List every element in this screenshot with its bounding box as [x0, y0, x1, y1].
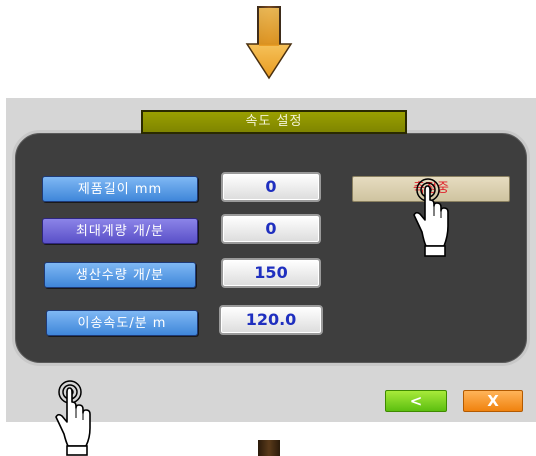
production-qty-label-button[interactable]: 생산수량 개/분 — [44, 262, 196, 288]
page: 속도 설정 제품길이 mm 0 최대계량 개/분 0 생산수량 개/분 150 … — [0, 0, 536, 456]
close-button[interactable]: X — [463, 390, 523, 412]
back-button[interactable]: < — [385, 390, 447, 412]
chevron-left-icon: < — [409, 392, 423, 410]
pointing-hand-icon — [55, 380, 91, 456]
product-length-value[interactable]: 0 — [221, 172, 321, 202]
max-weighing-value[interactable]: 0 — [221, 214, 321, 244]
screen-area: 속도 설정 제품길이 mm 0 최대계량 개/분 0 생산수량 개/분 150 … — [6, 98, 536, 422]
pointing-hand-icon — [413, 178, 449, 257]
production-qty-value[interactable]: 150 — [221, 258, 321, 288]
close-icon: X — [487, 392, 499, 410]
max-weighing-label-button[interactable]: 최대계량 개/분 — [42, 218, 198, 244]
transfer-speed-value[interactable]: 120.0 — [219, 305, 323, 335]
product-length-label-button[interactable]: 제품길이 mm — [42, 176, 198, 202]
dialog-title: 속도 설정 — [141, 110, 407, 134]
transfer-speed-label-button[interactable]: 이송속도/분 m — [46, 310, 198, 336]
